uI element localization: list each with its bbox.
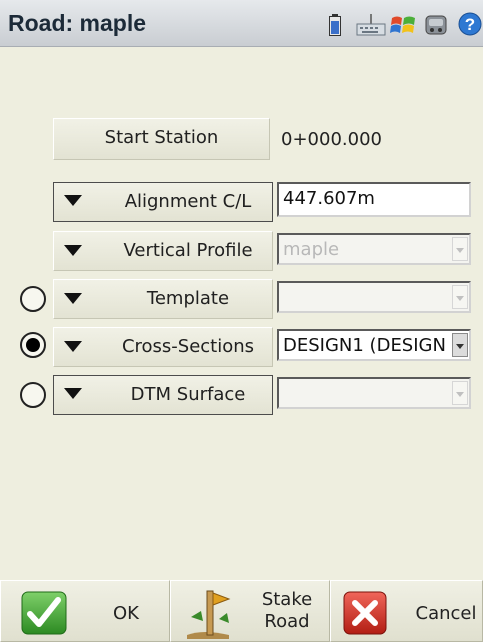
dropdown-arrow-icon — [64, 245, 82, 256]
window-title: Road: maple — [8, 10, 147, 36]
vertical-profile-label: Vertical Profile — [123, 240, 253, 261]
dtm-surface-radio[interactable] — [20, 382, 46, 408]
ok-button[interactable]: OK — [0, 580, 170, 642]
cross-sections-radio[interactable] — [20, 332, 46, 358]
dropdown-arrow-icon — [64, 293, 82, 304]
alignment-value-field[interactable]: 447.607m — [277, 182, 471, 217]
cancel-button[interactable]: Cancel — [330, 580, 483, 642]
template-label: Template — [146, 288, 230, 309]
template-button[interactable]: Template — [53, 279, 273, 319]
battery-icon[interactable] — [329, 14, 341, 36]
dtm-surface-label: DTM Surface — [130, 384, 246, 405]
stake-road-label-line2: Road — [264, 611, 310, 632]
cancel-label: Cancel — [415, 603, 477, 624]
dropdown-arrow-icon — [64, 195, 82, 206]
cancel-x-icon — [343, 591, 387, 635]
dropdown-arrow-icon — [64, 341, 82, 352]
alignment-button[interactable]: Alignment C/L — [53, 182, 273, 222]
ok-label: OK — [113, 603, 139, 624]
dropdown-arrow-icon — [64, 388, 82, 399]
windows-flag-icon[interactable] — [390, 14, 418, 36]
cross-sections-button[interactable]: Cross-Sections — [53, 327, 273, 367]
template-radio[interactable] — [20, 286, 46, 312]
dtm-surface-button[interactable]: DTM Surface — [53, 375, 273, 415]
controller-icon[interactable] — [425, 14, 447, 36]
vertical-profile-select[interactable]: maple — [277, 233, 471, 265]
svg-text:?: ? — [465, 15, 475, 34]
help-icon[interactable]: ? — [458, 12, 482, 36]
stake-road-label-line1: Stake — [261, 589, 313, 610]
title-bar: Road: maple ? — [0, 0, 483, 47]
start-station-button[interactable]: Start Station — [53, 118, 270, 160]
start-station-value: 0+000.000 — [281, 129, 382, 150]
dtm-surface-select[interactable] — [277, 377, 471, 409]
stake-road-icon — [187, 590, 231, 639]
cross-sections-label: Cross-Sections — [121, 336, 255, 357]
checkmark-icon — [21, 591, 67, 635]
dropdown-arrow-icon — [452, 381, 468, 405]
dropdown-arrow-icon — [452, 333, 468, 357]
start-station-label: Start Station — [104, 127, 219, 148]
alignment-label: Alignment C/L — [124, 191, 252, 212]
keyboard-icon[interactable] — [356, 14, 386, 36]
bottom-button-bar: OK Stake Road Cancel — [0, 580, 483, 642]
dropdown-arrow-icon — [452, 285, 468, 309]
dropdown-arrow-icon — [452, 237, 468, 261]
vertical-profile-button[interactable]: Vertical Profile — [53, 231, 273, 271]
stake-road-label: Stake Road — [257, 589, 317, 633]
cross-sections-select[interactable]: DESIGN1 (DESIGN — [277, 329, 471, 361]
road-form: Start Station 0+000.000 Alignment C/L 44… — [0, 47, 483, 580]
template-select[interactable] — [277, 281, 471, 313]
stake-road-button[interactable]: Stake Road — [170, 580, 330, 642]
